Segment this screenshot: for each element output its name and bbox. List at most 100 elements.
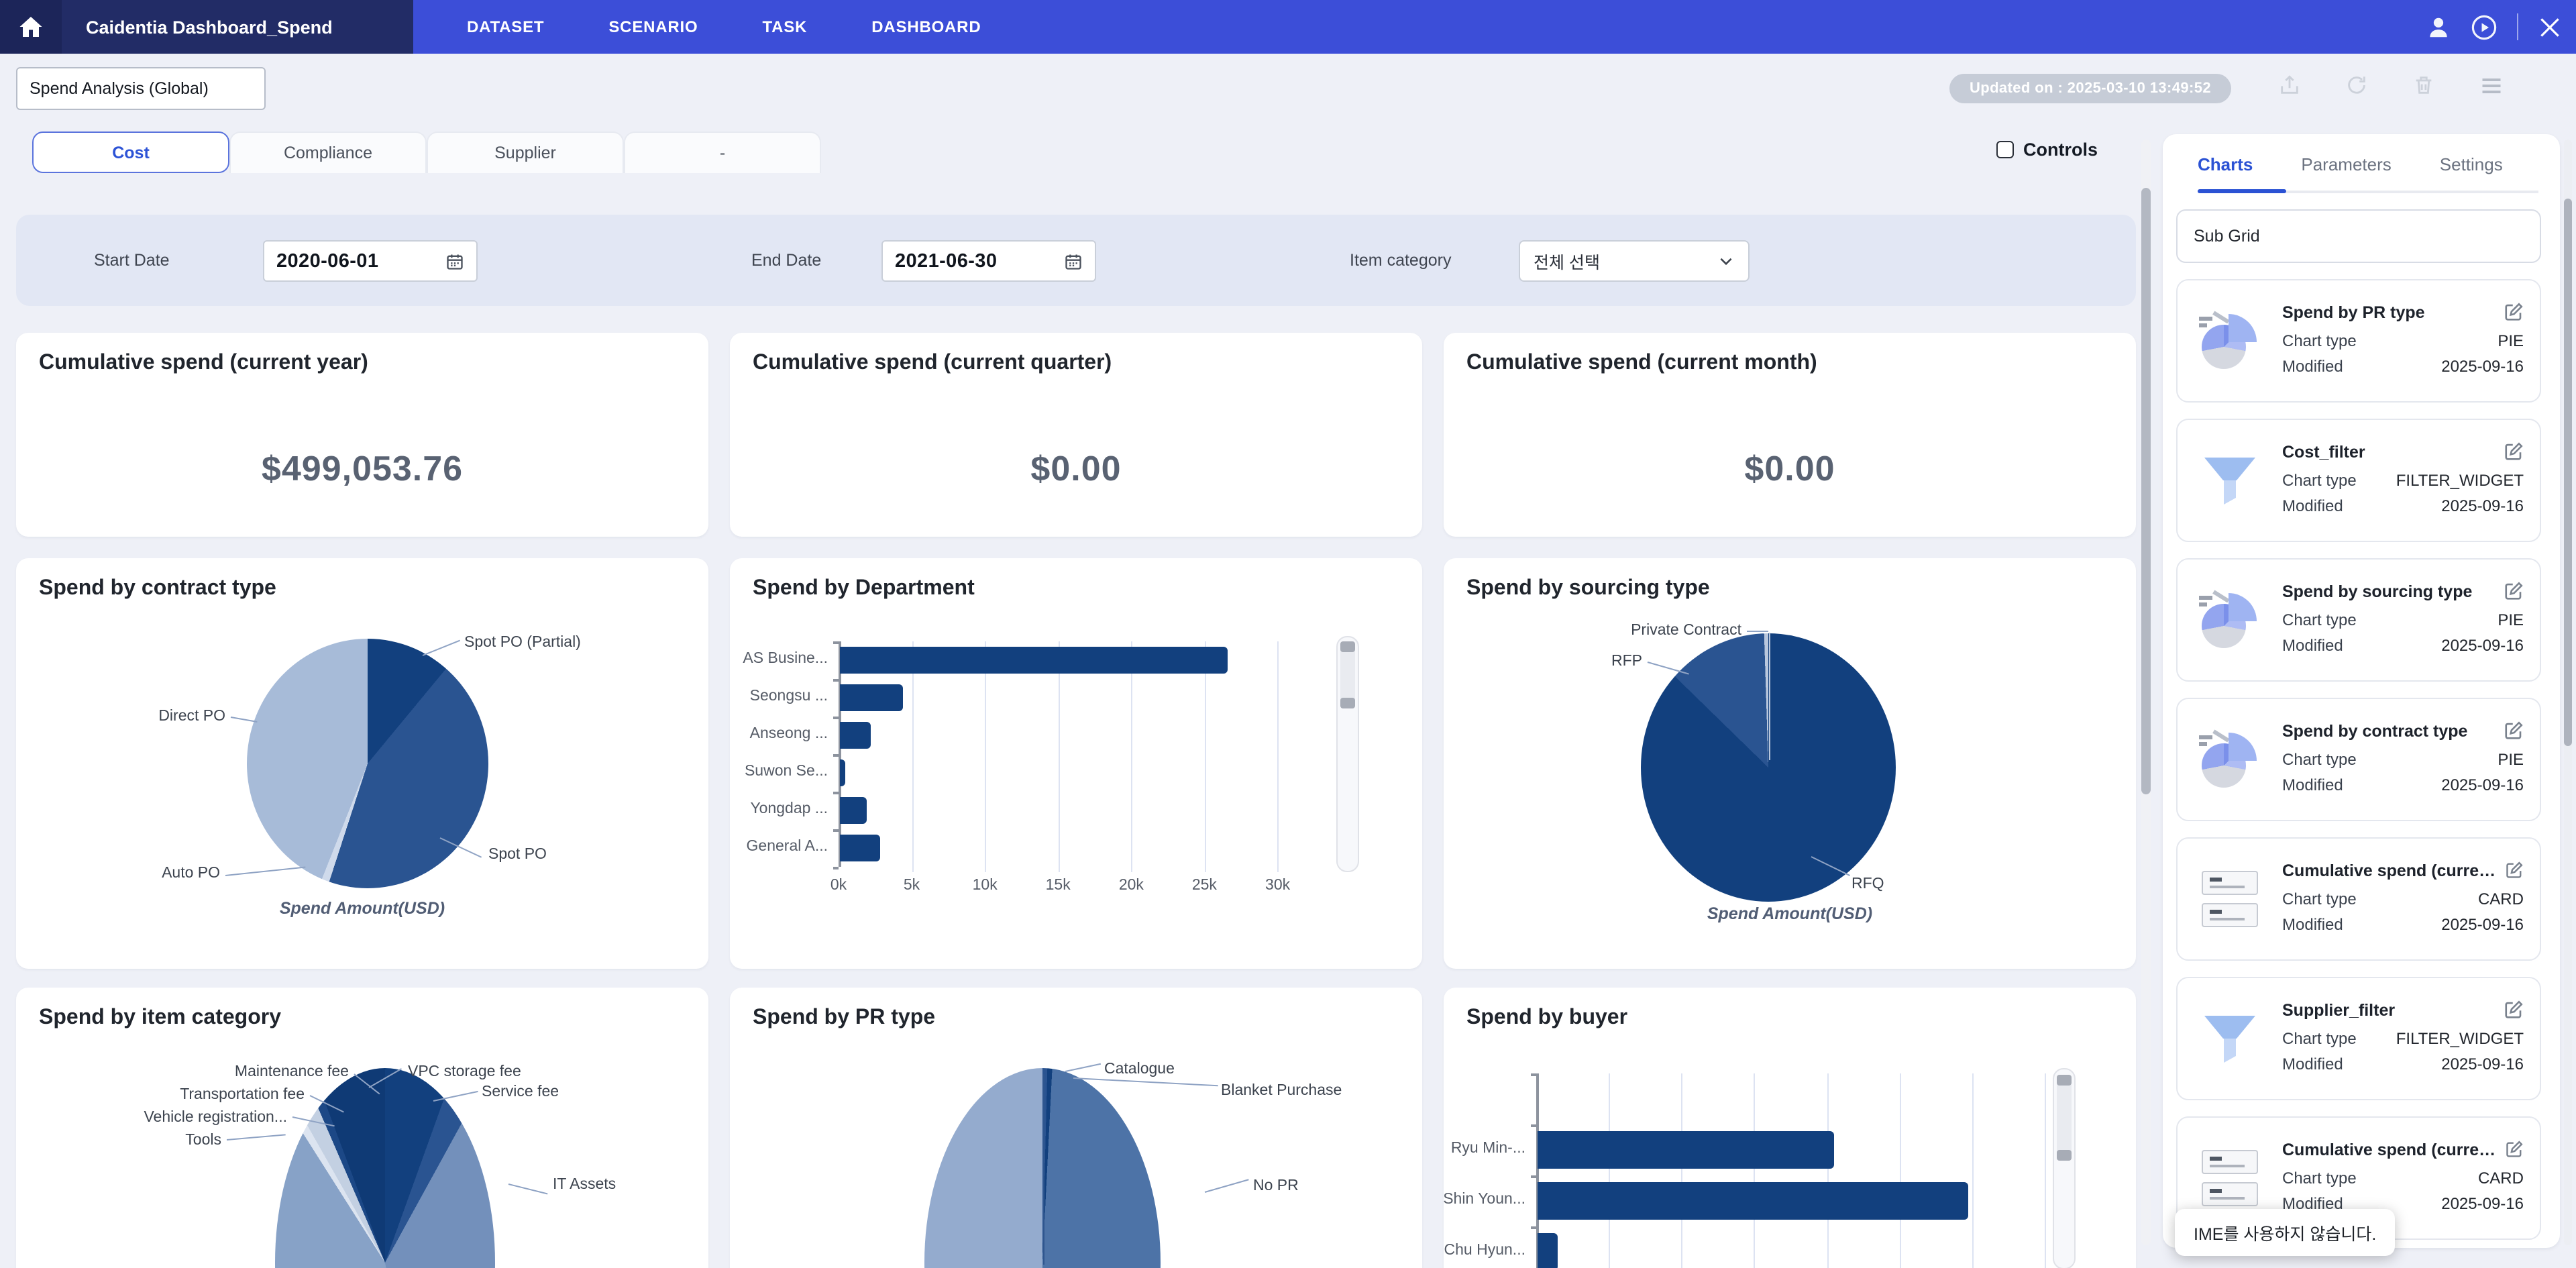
sidebar-chart-card[interactable]: Spend by sourcing typeChart typePIEModif…: [2176, 558, 2541, 682]
chart-title: Spend by sourcing type: [1466, 577, 1710, 601]
chart-card-icon: [2194, 1150, 2266, 1206]
chart-scrollbar: [1336, 636, 1359, 872]
kpi-value: $0.00: [1444, 448, 2136, 490]
sidebar-chart-card[interactable]: Cumulative spend (current ...Chart typeC…: [2176, 837, 2541, 961]
bar[interactable]: [840, 722, 871, 749]
kpi-title: Cumulative spend (current year): [39, 352, 368, 376]
scroll-handle[interactable]: [1340, 698, 1355, 708]
chart-spend-by-buyer: Spend by buyer Ryu Min-...Shin Youn...Ch…: [1444, 988, 2136, 1268]
main-scrollbar-thumb[interactable]: [2141, 188, 2151, 794]
menu-icon[interactable]: [2479, 73, 2504, 104]
chart-card-body: Cumulative spend (current ...Chart typeC…: [2282, 1140, 2524, 1216]
chart-card-title: Supplier_filter: [2282, 1001, 2395, 1020]
edit-icon[interactable]: [2505, 861, 2524, 881]
bar[interactable]: [1538, 1182, 1968, 1220]
callout-line: [225, 866, 306, 876]
end-date-value: 2021-06-30: [895, 250, 997, 272]
kpi-card-quarter: Cumulative spend (current quarter) $0.00: [730, 333, 1422, 537]
menu-scenario[interactable]: SCENARIO: [608, 17, 698, 36]
chart-card-body: Supplier_filterChart typeFILTER_WIDGETMo…: [2282, 1000, 2524, 1077]
ime-tooltip: IME를 사용하지 않습니다.: [2175, 1209, 2395, 1256]
pie-chart[interactable]: [1641, 633, 1896, 902]
tab-settings[interactable]: Settings: [2440, 154, 2503, 174]
tab-parameters[interactable]: Parameters: [2301, 154, 2391, 174]
refresh-icon[interactable]: [2345, 74, 2368, 103]
tab-compliance[interactable]: Compliance: [229, 131, 427, 173]
tick-label: 25k: [1192, 878, 1217, 894]
controls-checkbox[interactable]: [1996, 141, 2014, 158]
pie-slice-label: Direct PO: [94, 708, 225, 725]
close-icon[interactable]: [2537, 14, 2563, 40]
chart-spend-by-department: Spend by Department AS Busine...Seongsu …: [730, 558, 1422, 969]
chart-axis-label: Spend Amount(USD): [1444, 904, 2136, 923]
pie-chart-icon: [2199, 310, 2261, 372]
tab-supplier[interactable]: Supplier: [427, 131, 624, 173]
menu-task[interactable]: TASK: [762, 17, 807, 36]
user-icon[interactable]: [2426, 14, 2451, 40]
chart-type-row: Chart typeCARD: [2282, 888, 2524, 912]
scroll-handle[interactable]: [2057, 1150, 2072, 1161]
callout-line: [1065, 1063, 1101, 1072]
kpi-card-month: Cumulative spend (current month) $0.00: [1444, 333, 2136, 537]
kpi-value: $499,053.76: [16, 448, 708, 490]
gridline: [1131, 641, 1132, 872]
edit-icon[interactable]: [2504, 721, 2524, 741]
pie-chart[interactable]: [275, 1068, 495, 1268]
menu-dashboard[interactable]: DASHBOARD: [871, 17, 981, 36]
end-date-input[interactable]: 2021-06-30: [881, 240, 1096, 282]
sidebar-chart-card[interactable]: Spend by PR typeChart typePIEModified202…: [2176, 279, 2541, 403]
pie-chart[interactable]: [247, 639, 488, 888]
bar[interactable]: [840, 797, 866, 824]
tab-charts[interactable]: Charts: [2198, 154, 2253, 174]
chart-scrollbar-thumb[interactable]: [1340, 641, 1355, 708]
gridline: [2045, 1073, 2046, 1268]
modified-row: Modified2025-09-16: [2282, 1052, 2524, 1077]
category-label: Ryu Min-...: [1444, 1141, 1525, 1157]
bar[interactable]: [840, 835, 879, 861]
play-icon[interactable]: [2470, 13, 2498, 41]
tick-label: 5k: [904, 878, 920, 894]
home-button[interactable]: [0, 0, 62, 54]
sidebar-chart-list: Spend by PR typeChart typePIEModified202…: [2176, 279, 2541, 1248]
funnel-icon: [2199, 450, 2261, 511]
chart-card-icon: [2194, 450, 2266, 511]
edit-icon[interactable]: [2505, 1140, 2524, 1160]
sub-grid-box[interactable]: Sub Grid: [2176, 209, 2541, 263]
main-scrollbar: [2141, 140, 2151, 1245]
edit-icon[interactable]: [2504, 1000, 2524, 1020]
callout-line: [1205, 1179, 1249, 1193]
modified-row: Modified2025-09-16: [2282, 354, 2524, 379]
tab-dash[interactable]: -: [624, 131, 821, 173]
chart-card-body: Spend by contract typeChart typePIEModif…: [2282, 721, 2524, 798]
bar[interactable]: [1538, 1131, 1834, 1169]
sidebar-chart-card[interactable]: Spend by contract typeChart typePIEModif…: [2176, 698, 2541, 821]
right-sidebar: Charts Parameters Settings Sub Grid Spen…: [2163, 134, 2560, 1248]
sidebar-scrollbar-thumb[interactable]: [2564, 199, 2572, 746]
pie-chart[interactable]: [924, 1068, 1161, 1268]
chart-card-body: Spend by sourcing typeChart typePIEModif…: [2282, 582, 2524, 658]
bar[interactable]: [840, 684, 903, 711]
item-category-select[interactable]: 전체 선택: [1519, 240, 1750, 282]
edit-icon[interactable]: [2504, 303, 2524, 323]
chart-scrollbar-thumb[interactable]: [2057, 1075, 2072, 1161]
bar[interactable]: [840, 647, 1228, 674]
tab-cost[interactable]: Cost: [32, 131, 229, 173]
sidebar-chart-card[interactable]: Supplier_filterChart typeFILTER_WIDGETMo…: [2176, 977, 2541, 1100]
bar[interactable]: [840, 759, 846, 786]
start-date-input[interactable]: 2020-06-01: [263, 240, 478, 282]
bar[interactable]: [1538, 1233, 1557, 1268]
dashboard-name-input[interactable]: [16, 67, 266, 110]
sidebar-chart-card[interactable]: Cost_filterChart typeFILTER_WIDGETModifi…: [2176, 419, 2541, 542]
scroll-handle[interactable]: [2057, 1075, 2072, 1086]
scroll-handle[interactable]: [1340, 641, 1355, 652]
app-window: Caidentia Dashboard_Spend DATASET SCENAR…: [0, 0, 2576, 1268]
chart-title: Spend by Department: [753, 577, 975, 601]
edit-icon[interactable]: [2504, 582, 2524, 602]
menu-dataset[interactable]: DATASET: [467, 17, 544, 36]
edit-icon[interactable]: [2504, 442, 2524, 462]
trash-icon[interactable]: [2412, 74, 2435, 103]
axis-tick: [1531, 1226, 1536, 1228]
category-label: Seongsu ...: [734, 688, 828, 704]
share-icon[interactable]: [2278, 74, 2301, 103]
category-label: Shin Youn...: [1444, 1192, 1525, 1208]
